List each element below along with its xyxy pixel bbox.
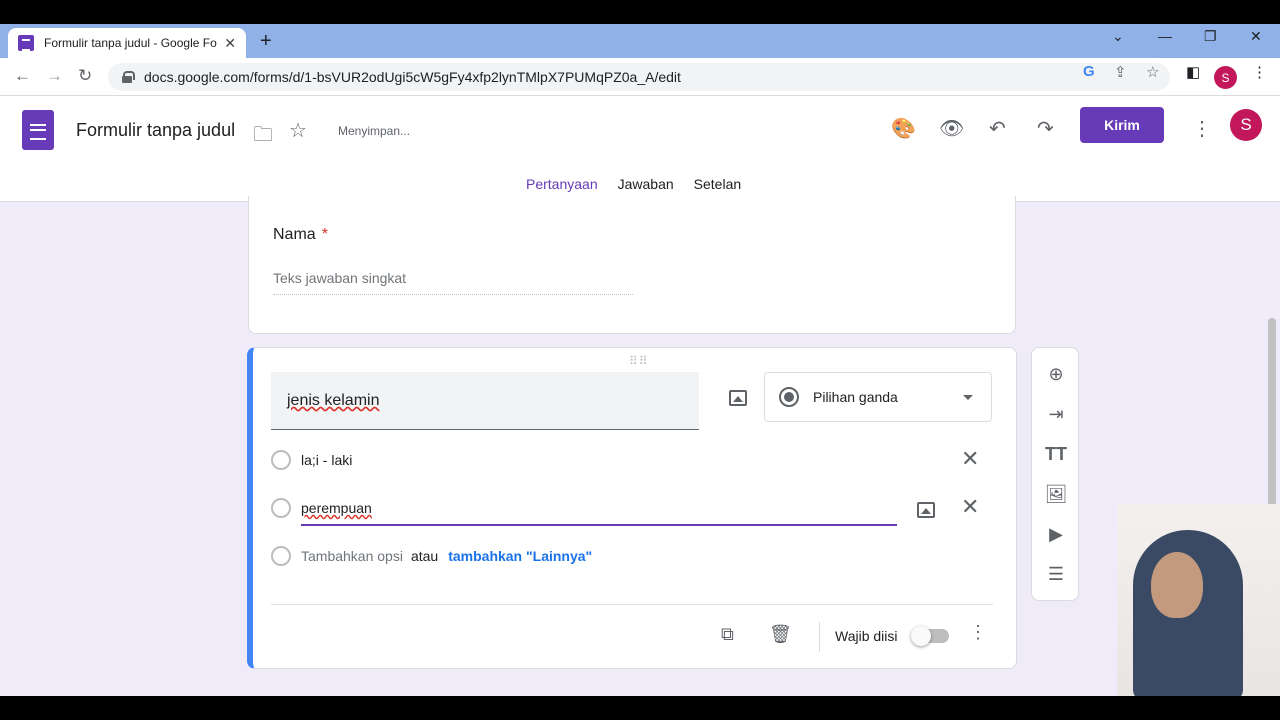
restore-icon[interactable]: ❐ <box>1204 28 1217 45</box>
document-title[interactable]: Formulir tanpa judul <box>76 120 235 141</box>
forms-header: Formulir tanpa judul 🗀 ☆ Menyimpan... 🎨 … <box>0 96 1280 204</box>
bookmark-star-icon[interactable]: ☆ <box>1146 63 1159 81</box>
webcam-overlay <box>1117 504 1280 696</box>
add-option-link[interactable]: Tambahkan opsi <box>301 548 403 564</box>
required-toggle[interactable] <box>911 626 949 646</box>
google-icon[interactable]: G <box>1083 63 1095 80</box>
question-title: Nama * <box>273 226 328 244</box>
new-tab-icon[interactable]: + <box>260 30 272 53</box>
question-title-text: Nama <box>273 226 316 243</box>
question-card-name[interactable]: Nama * Teks jawaban singkat <box>248 196 1016 334</box>
option-image-icon[interactable] <box>917 502 935 518</box>
close-window-icon[interactable]: ✕ <box>1250 28 1262 45</box>
radio-circle-icon <box>271 498 291 518</box>
footer-separator <box>819 622 820 652</box>
redo-icon[interactable]: ↷ <box>1037 116 1054 141</box>
browser-tab[interactable]: Formulir tanpa judul - Google Fo ✕ <box>8 28 246 58</box>
delete-trash-icon[interactable]: 🗑 <box>769 624 792 645</box>
question-title-value: jenis kelamin <box>287 392 380 409</box>
address-toolbar: ← → ↻ docs.google.com/forms/d/1-bsVUR2od… <box>0 58 1280 96</box>
question-type-dropdown[interactable]: Pilihan ganda <box>764 372 992 422</box>
tab-search-icon[interactable]: ⌄ <box>1112 28 1124 45</box>
minimize-icon[interactable]: — <box>1158 28 1172 44</box>
presenter-face <box>1151 552 1203 618</box>
question-title-input[interactable]: jenis kelamin <box>271 372 699 430</box>
star-icon[interactable]: ☆ <box>289 118 307 143</box>
question-card-gender[interactable]: ⠿⠿ jenis kelamin Pilihan ganda la;i - la… <box>247 347 1017 669</box>
duplicate-icon[interactable]: ⧉ <box>721 624 734 645</box>
forms-favicon-icon <box>18 35 34 51</box>
remove-option-icon[interactable]: ✕ <box>961 496 979 518</box>
option-input-focus-line <box>301 524 897 526</box>
folder-icon[interactable]: 🗀 <box>253 120 273 154</box>
side-panel-icon[interactable]: ◧ <box>1186 63 1200 81</box>
tab-strip: Formulir tanpa judul - Google Fo ✕ + ⌄ —… <box>0 24 1280 58</box>
remove-option-icon[interactable]: ✕ <box>961 448 979 470</box>
option-row[interactable]: la;i - laki <box>271 450 352 470</box>
share-icon[interactable]: ⇪ <box>1114 63 1127 81</box>
reload-icon[interactable]: ↻ <box>78 66 92 86</box>
question-more-icon[interactable]: ⋮ <box>969 622 987 643</box>
url-text[interactable]: docs.google.com/forms/d/1-bsVUR2odUgi5cW… <box>144 69 681 85</box>
send-button[interactable]: Kirim <box>1080 107 1164 143</box>
multiple-choice-icon <box>779 387 799 407</box>
palette-icon[interactable]: 🎨 <box>891 116 916 141</box>
import-questions-icon[interactable]: ⇥ <box>1044 402 1068 426</box>
add-section-icon[interactable]: ☰ <box>1044 562 1068 586</box>
floating-toolbar: ⊕ ⇥ TT 🖼 ▶ ☰ <box>1031 347 1079 601</box>
card-footer-divider <box>271 604 993 605</box>
option-label[interactable]: perempuan <box>301 500 372 516</box>
close-tab-icon[interactable]: ✕ <box>224 35 236 52</box>
account-avatar[interactable]: S <box>1230 109 1262 141</box>
preview-eye-icon[interactable]: 👁 <box>939 116 964 141</box>
browser-window: Formulir tanpa judul - Google Fo ✕ + ⌄ —… <box>0 24 1280 696</box>
back-icon[interactable]: ← <box>14 66 31 86</box>
required-label: Wajib diisi <box>835 628 898 644</box>
short-answer-placeholder: Teks jawaban singkat <box>273 270 633 295</box>
browser-profile-avatar[interactable]: S <box>1214 66 1237 89</box>
browser-menu-icon[interactable]: ⋮ <box>1252 63 1267 81</box>
drag-handle-icon[interactable]: ⠿⠿ <box>629 354 649 368</box>
question-type-label: Pilihan ganda <box>813 389 898 405</box>
add-image-icon[interactable]: 🖼 <box>1044 482 1068 506</box>
radio-circle-icon <box>271 546 291 566</box>
google-forms-logo-icon[interactable] <box>22 110 54 150</box>
dropdown-arrow-icon <box>963 395 973 400</box>
add-other-link[interactable]: tambahkan "Lainnya" <box>448 548 592 564</box>
add-question-icon[interactable]: ⊕ <box>1044 362 1068 386</box>
radio-circle-icon <box>271 450 291 470</box>
or-text: atau <box>410 548 439 564</box>
required-asterisk: * <box>321 226 328 243</box>
option-row[interactable]: perempuan <box>271 498 372 518</box>
add-option-row: Tambahkan opsi atau tambahkan "Lainnya" <box>271 546 592 566</box>
more-options-icon[interactable]: ⋮ <box>1192 116 1212 141</box>
add-image-icon[interactable] <box>729 390 747 406</box>
undo-icon[interactable]: ↶ <box>989 116 1006 141</box>
address-bar[interactable]: docs.google.com/forms/d/1-bsVUR2odUgi5cW… <box>108 63 1170 91</box>
add-video-icon[interactable]: ▶ <box>1044 522 1068 546</box>
lock-icon[interactable] <box>122 71 135 83</box>
option-label[interactable]: la;i - laki <box>301 452 352 468</box>
saving-status: Menyimpan... <box>338 124 411 138</box>
forward-icon[interactable]: → <box>46 66 63 86</box>
browser-tab-title: Formulir tanpa judul - Google Fo <box>44 36 217 50</box>
add-title-icon[interactable]: TT <box>1044 442 1068 466</box>
